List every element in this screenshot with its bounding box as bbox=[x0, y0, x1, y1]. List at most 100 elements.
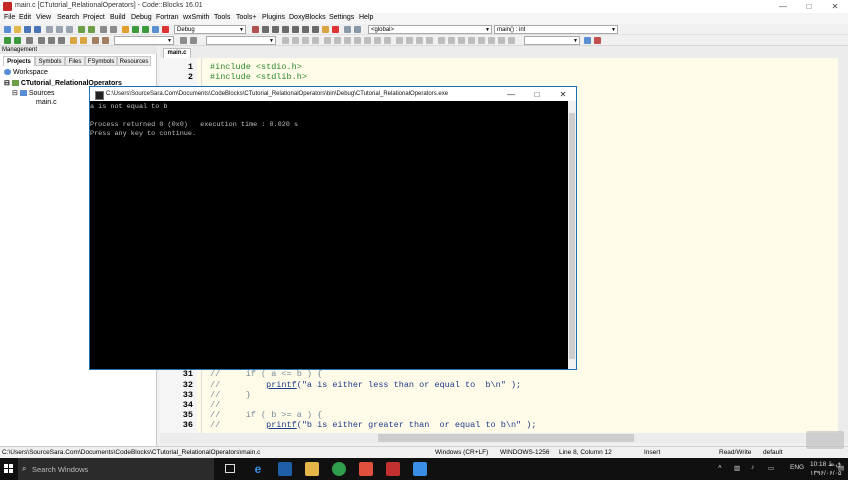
comment-icon[interactable] bbox=[38, 37, 45, 44]
doc-icon[interactable] bbox=[190, 37, 197, 44]
tab-projects[interactable]: Projects bbox=[3, 56, 35, 66]
save-icon[interactable] bbox=[24, 26, 31, 33]
step-out-icon[interactable] bbox=[292, 26, 299, 33]
tab-files[interactable]: Files bbox=[65, 56, 85, 66]
jump-forward-icon[interactable] bbox=[14, 37, 21, 44]
vertical-scrollbar[interactable] bbox=[838, 58, 848, 433]
uncomment-icon[interactable] bbox=[48, 37, 55, 44]
break-debugger-icon[interactable] bbox=[322, 26, 329, 33]
menu-plugins[interactable]: Plugins bbox=[262, 14, 285, 21]
tab-symbols[interactable]: Symbols bbox=[35, 56, 65, 66]
jump-back-icon[interactable] bbox=[4, 37, 11, 44]
step-instruction-icon[interactable] bbox=[312, 26, 319, 33]
replace-icon[interactable] bbox=[110, 26, 117, 33]
notifications-icon[interactable]: ▤ bbox=[838, 464, 844, 472]
doxy-extract-icon[interactable] bbox=[334, 37, 341, 44]
wx-list-icon[interactable] bbox=[508, 37, 515, 44]
windows-start-icon[interactable] bbox=[4, 464, 13, 473]
save-all-icon[interactable] bbox=[34, 26, 41, 33]
function-select[interactable]: main() : int ▼ bbox=[494, 25, 618, 34]
highlight-icon[interactable] bbox=[70, 37, 77, 44]
scrollbar-thumb[interactable] bbox=[569, 113, 575, 359]
scope-select[interactable]: <global> ▼ bbox=[368, 25, 492, 34]
collapse-icon[interactable]: ⊟ bbox=[12, 90, 18, 97]
fortran-jump-icon[interactable] bbox=[406, 37, 413, 44]
rebuild-icon[interactable] bbox=[152, 26, 159, 33]
build-and-run-icon[interactable] bbox=[142, 26, 149, 33]
tab-fsymbols[interactable]: FSymbols bbox=[85, 56, 117, 66]
next-instruction-icon[interactable] bbox=[302, 26, 309, 33]
fortran-icon[interactable] bbox=[396, 37, 403, 44]
abort-icon[interactable] bbox=[162, 26, 169, 33]
minimize-button[interactable]: — bbox=[770, 0, 796, 13]
wx-text-icon[interactable] bbox=[488, 37, 495, 44]
next-bookmark-icon[interactable] bbox=[292, 37, 299, 44]
zoom-out-icon[interactable] bbox=[594, 37, 601, 44]
codeblocks-taskbar-icon[interactable] bbox=[386, 462, 400, 476]
menu-settings[interactable]: Settings bbox=[329, 14, 354, 21]
tree-item-sources[interactable]: ⊟ Sources bbox=[12, 89, 55, 97]
volume-icon[interactable]: ♪ bbox=[751, 464, 754, 471]
open-file-icon[interactable] bbox=[14, 26, 21, 33]
clock-date[interactable]: ۱۳۹۶/۰۶/۰۵ bbox=[810, 469, 842, 477]
wx-sizer-icon[interactable] bbox=[468, 37, 475, 44]
doxy-wizard-icon[interactable] bbox=[324, 37, 331, 44]
run-icon[interactable] bbox=[132, 26, 139, 33]
wx-button-icon[interactable] bbox=[478, 37, 485, 44]
edge-icon[interactable]: e bbox=[251, 462, 265, 476]
prev-bookmark-icon[interactable] bbox=[282, 37, 289, 44]
network-icon[interactable]: ▥ bbox=[734, 464, 740, 472]
sourcesara-icon[interactable] bbox=[359, 462, 373, 476]
cut-icon[interactable] bbox=[46, 26, 53, 33]
next-line-icon[interactable] bbox=[272, 26, 279, 33]
menu-doxyblocks[interactable]: DoxyBlocks bbox=[289, 14, 326, 21]
menu-edit[interactable]: Edit bbox=[19, 14, 31, 21]
step-into-icon[interactable] bbox=[282, 26, 289, 33]
search-combo[interactable]: ▼ bbox=[114, 36, 174, 45]
battery-icon[interactable]: ▭ bbox=[768, 464, 774, 472]
last-jump-icon[interactable] bbox=[26, 37, 33, 44]
horizontal-scrollbar[interactable] bbox=[160, 433, 848, 443]
editor-tab-main-c[interactable]: main.c bbox=[163, 48, 191, 58]
file-explorer-icon[interactable] bbox=[305, 462, 319, 476]
toggle-comment-icon[interactable] bbox=[58, 37, 65, 44]
stop-debugger-icon[interactable] bbox=[332, 26, 339, 33]
wx-dialog-icon[interactable] bbox=[458, 37, 465, 44]
symbol-icon[interactable] bbox=[180, 37, 187, 44]
find-icon[interactable] bbox=[100, 26, 107, 33]
run-to-cursor-icon[interactable] bbox=[262, 26, 269, 33]
symbol-search-input[interactable]: ▼ bbox=[206, 36, 276, 45]
build-target-select[interactable]: Debug ▼ bbox=[174, 25, 246, 34]
menu-search[interactable]: Search bbox=[57, 14, 79, 21]
menu-tools-plus[interactable]: Tools+ bbox=[236, 14, 256, 21]
scrollbar-thumb[interactable] bbox=[378, 434, 634, 442]
paste-icon[interactable] bbox=[66, 26, 73, 33]
tree-item-workspace[interactable]: Workspace bbox=[4, 69, 48, 76]
toggle-bookmark-icon[interactable] bbox=[302, 37, 309, 44]
chrome-icon[interactable] bbox=[332, 462, 346, 476]
language-indicator[interactable]: ENG bbox=[790, 464, 804, 471]
clock-time[interactable]: 10:18 ق.ظ bbox=[810, 460, 841, 468]
wx-panel-icon[interactable] bbox=[448, 37, 455, 44]
debug-info-icon[interactable] bbox=[354, 26, 361, 33]
selected-text-icon[interactable] bbox=[80, 37, 87, 44]
console-minimize-button[interactable]: — bbox=[498, 87, 524, 102]
console-maximize-button[interactable]: □ bbox=[524, 87, 550, 102]
doxy-chm-icon[interactable] bbox=[374, 37, 381, 44]
clear-bookmarks-icon[interactable] bbox=[312, 37, 319, 44]
debug-icon[interactable] bbox=[252, 26, 259, 33]
fortran-back-icon[interactable] bbox=[416, 37, 423, 44]
menu-wxsmith[interactable]: wxSmith bbox=[183, 14, 209, 21]
console-title-bar[interactable]: C:\Users\SourceSara.Com\Documents\CodeBl… bbox=[89, 86, 577, 101]
match-case-icon[interactable] bbox=[92, 37, 99, 44]
menu-tools[interactable]: Tools bbox=[214, 14, 230, 21]
doxy-line-icon[interactable] bbox=[354, 37, 361, 44]
zoom-in-icon[interactable] bbox=[584, 37, 591, 44]
collapse-icon[interactable]: ⊟ bbox=[4, 80, 10, 87]
tray-up-arrow-icon[interactable]: ˄ bbox=[718, 464, 722, 471]
menu-file[interactable]: File bbox=[4, 14, 15, 21]
redo-icon[interactable] bbox=[88, 26, 95, 33]
console-output-area[interactable] bbox=[90, 101, 568, 369]
menu-debug[interactable]: Debug bbox=[131, 14, 152, 21]
tab-resources[interactable]: Resources bbox=[117, 56, 151, 66]
